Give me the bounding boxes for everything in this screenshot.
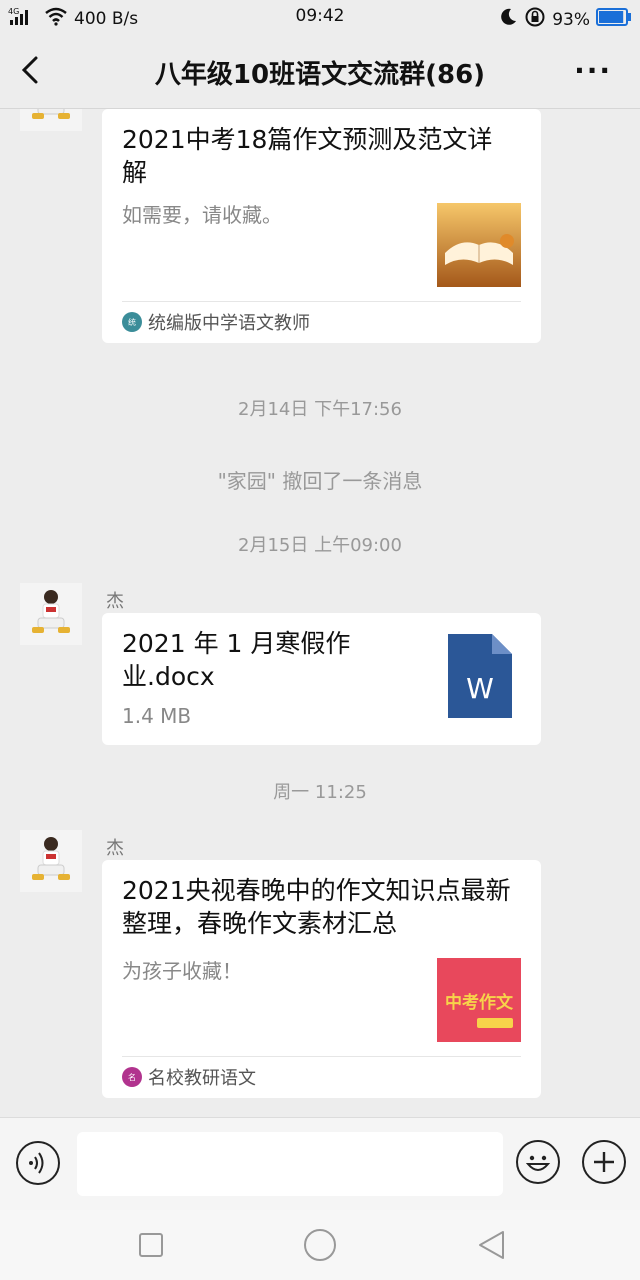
article-thumbnail (437, 203, 521, 287)
more-button[interactable]: ··· (574, 54, 612, 87)
triangle-back-icon (479, 1231, 504, 1259)
status-bar: 4G 400 B/s 09:42 93% (0, 0, 640, 34)
smiley-icon (525, 1155, 551, 1171)
file-size: 1.4 MB (122, 704, 192, 728)
article-title: 2021央视春晚中的作文知识点最新整理，春晚作文素材汇总 (122, 876, 511, 938)
battery-percent: 93% (552, 9, 590, 30)
article-description: 为孩子收藏！ (122, 959, 242, 983)
time-divider: 周一 11:25 (273, 782, 367, 803)
source-logo-icon: 统 (122, 312, 142, 332)
user-avatar-image (20, 830, 82, 892)
recent-apps-button[interactable] (138, 1232, 164, 1258)
moon-icon (498, 7, 518, 32)
rotation-lock-icon (524, 6, 546, 33)
voice-button[interactable] (16, 1141, 60, 1185)
square-icon (139, 1233, 163, 1257)
sender-name: 杰 (106, 838, 124, 859)
more-functions-button[interactable] (582, 1140, 626, 1184)
system-nav-bar (0, 1210, 640, 1280)
file-card[interactable]: 2021 年 1 月寒假作业.docx 1.4 MB W (102, 613, 541, 745)
message-input-bar (0, 1117, 640, 1210)
recall-notice: "家园" 撤回了一条消息 (217, 469, 423, 493)
emoji-button[interactable] (516, 1140, 560, 1184)
file-name: 2021 年 1 月寒假作业.docx (122, 629, 351, 691)
circle-icon (304, 1229, 336, 1261)
user-avatar-image (20, 583, 82, 645)
user-avatar-image (20, 109, 82, 131)
source-name: 统编版中学语文教师 (148, 313, 310, 334)
source-name: 名校教研语文 (148, 1068, 256, 1089)
svg-text:W: W (466, 672, 494, 705)
open-book-image (437, 203, 521, 287)
voice-wave-icon (29, 1152, 44, 1174)
time-divider: 2月15日 上午09:00 (238, 535, 402, 556)
chat-message-list[interactable]: 2021中考18篇作文预测及范文详解 如需要，请收藏。 统 统编版中学语文教师 (0, 109, 640, 1117)
system-back-button[interactable] (476, 1229, 506, 1261)
plus-icon (594, 1152, 614, 1172)
thumbnail-tag (477, 1018, 513, 1028)
article-source: 名 名校教研语文 (122, 1056, 521, 1097)
article-card[interactable]: 2021央视春晚中的作文知识点最新整理，春晚作文素材汇总 为孩子收藏！ 中考作文… (102, 860, 541, 1098)
article-title: 2021中考18篇作文预测及范文详解 (122, 125, 493, 187)
thumbnail-caption: 中考作文 (445, 993, 513, 1013)
home-button[interactable] (303, 1228, 337, 1262)
article-thumbnail: 中考作文 (437, 958, 521, 1042)
article-description: 如需要，请收藏。 (122, 203, 282, 227)
avatar[interactable] (20, 109, 82, 131)
avatar[interactable] (20, 583, 82, 645)
time-divider: 2月14日 下午17:56 (238, 399, 402, 420)
source-logo-icon: 名 (122, 1067, 142, 1087)
word-doc-icon: W (448, 634, 512, 718)
avatar[interactable] (20, 830, 82, 892)
battery-icon (596, 8, 632, 31)
chat-header: 八年级10班语文交流群(86) ··· (0, 34, 640, 109)
article-card[interactable]: 2021中考18篇作文预测及范文详解 如需要，请收藏。 统 统编版中学语文教师 (102, 109, 541, 343)
message-input[interactable] (77, 1132, 503, 1196)
sender-name: 杰 (106, 591, 124, 612)
article-source: 统 统编版中学语文教师 (122, 301, 521, 342)
group-title: 八年级10班语文交流群(86) (154, 60, 486, 90)
